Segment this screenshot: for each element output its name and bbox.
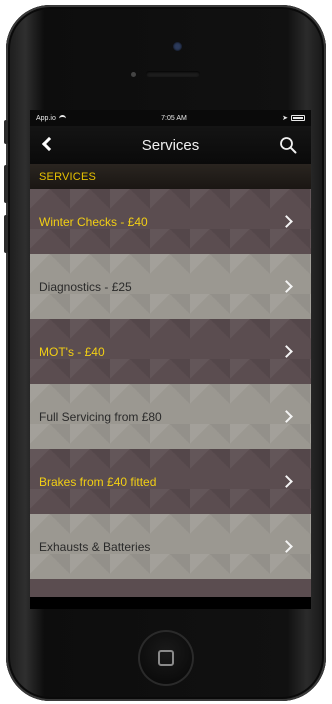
chevron-right-icon [280,475,293,488]
chevron-right-icon [280,540,293,553]
mute-switch [4,120,8,144]
home-button[interactable] [138,630,194,686]
service-label: Diagnostics - £25 [39,279,132,294]
service-row-brakes[interactable]: Brakes from £40 fitted [30,449,311,514]
service-label: Winter Checks - £40 [39,214,148,229]
front-camera [173,42,182,51]
search-icon[interactable] [279,136,297,154]
chevron-right-icon [280,410,293,423]
service-row-mot[interactable]: MOT's - £40 [30,319,311,384]
earpiece-speaker [146,71,200,77]
chevron-right-icon [280,280,293,293]
chevron-right-icon [280,215,293,228]
volume-up-button [4,165,8,203]
location-icon: ➤ [282,115,288,122]
service-list: Winter Checks - £40 Diagnostics - £25 MO… [30,189,311,597]
home-square-icon [158,650,174,666]
service-label: Brakes from £40 fitted [39,474,157,489]
page-title: Services [141,137,200,154]
wifi-icon [58,114,66,122]
service-row-diagnostics[interactable]: Diagnostics - £25 [30,254,311,319]
service-label: MOT's - £40 [39,344,105,359]
service-row-exhausts-batteries[interactable]: Exhausts & Batteries [30,514,311,579]
carrier-label: App.io [36,114,56,122]
volume-down-button [4,215,8,253]
list-continuation [30,579,311,597]
service-row-full-servicing[interactable]: Full Servicing from £80 [30,384,311,449]
service-row-winter-checks[interactable]: Winter Checks - £40 [30,189,311,254]
service-label: Full Servicing from £80 [39,409,162,424]
service-label: Exhausts & Batteries [39,539,151,554]
status-time: 7:05 AM [161,114,187,122]
section-header: SERVICES [30,164,311,189]
status-bar: App.io 7:05 AM ➤ [30,110,311,126]
navigation-bar: Services [30,126,311,164]
proximity-sensor [131,72,136,77]
phone-screen: App.io 7:05 AM ➤ Services SERVICES Winte… [30,110,311,609]
battery-icon [290,115,305,121]
chevron-right-icon [280,345,293,358]
